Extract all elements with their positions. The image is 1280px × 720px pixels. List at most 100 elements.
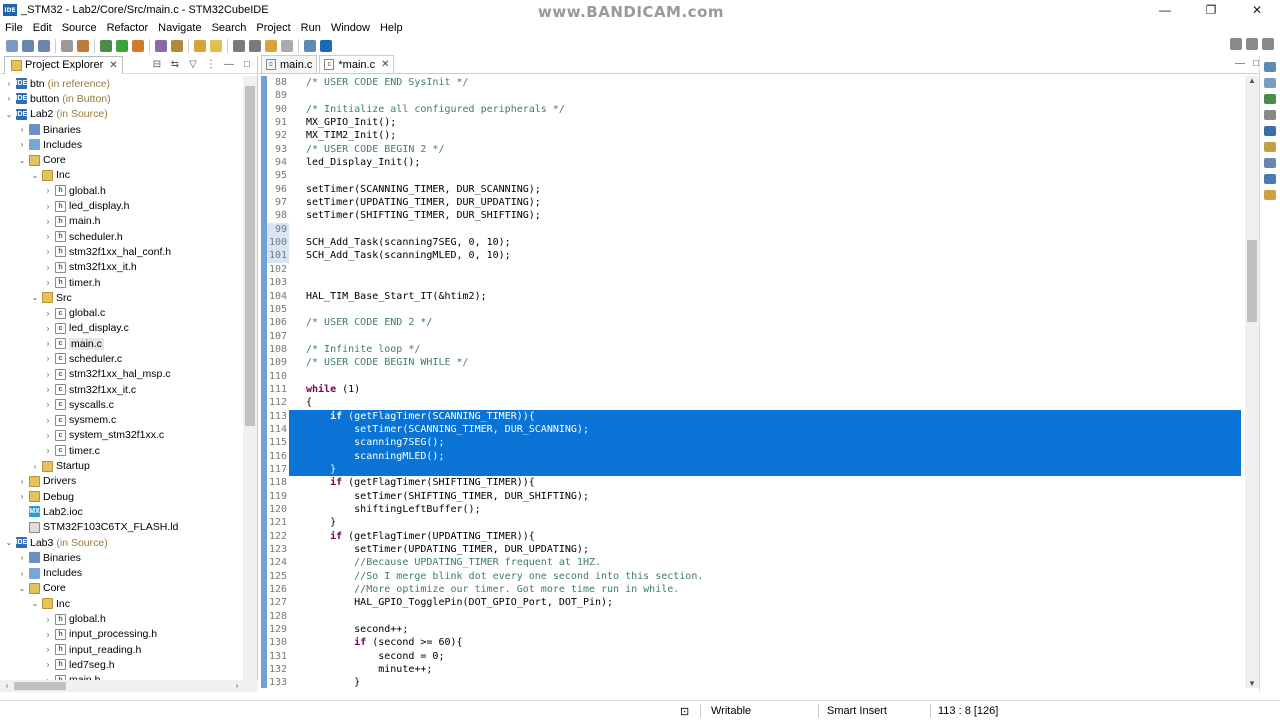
code-line[interactable]: 118 if (getFlagTimer(SHIFTING_TIMER)){: [267, 476, 1241, 489]
code-line[interactable]: 99: [267, 222, 1241, 237]
tree-item[interactable]: › c stm32f1xx_hal_msp.c: [0, 367, 242, 382]
code-line[interactable]: 126 //More optimize our timer. Got more …: [267, 583, 1241, 596]
chevron-right-icon[interactable]: ›: [17, 125, 27, 134]
open-perspective-icon[interactable]: [304, 40, 316, 52]
new-icon[interactable]: [6, 40, 18, 52]
chevron-down-icon[interactable]: ⌄: [30, 293, 40, 302]
tree-item[interactable]: ⌄ Core: [0, 152, 242, 167]
tree-item[interactable]: › h timer.h: [0, 275, 242, 290]
tree-item[interactable]: › h input_reading.h: [0, 642, 242, 657]
tree-item[interactable]: › Debug: [0, 489, 242, 504]
build-targets-icon[interactable]: [1264, 78, 1276, 88]
menu-help[interactable]: Help: [375, 22, 408, 34]
code-line[interactable]: 111 while (1): [267, 383, 1241, 396]
tree-item[interactable]: › c sysmem.c: [0, 413, 242, 428]
chevron-right-icon[interactable]: ›: [43, 615, 53, 624]
new-class-icon[interactable]: [155, 40, 167, 52]
collapse-all-icon[interactable]: ⊟: [151, 59, 163, 71]
editor-vertical-scrollbar[interactable]: ▲ ▼: [1245, 76, 1259, 688]
tree-item[interactable]: ⌄ Core: [0, 581, 242, 596]
tree-item[interactable]: › h led_display.h: [0, 198, 242, 213]
tree-item[interactable]: › c stm32f1xx_it.c: [0, 382, 242, 397]
chevron-right-icon[interactable]: ›: [43, 446, 53, 455]
menu-project[interactable]: Project: [251, 22, 295, 34]
tree-item[interactable]: ⌄ IDE Lab2 (in Source): [0, 107, 242, 122]
tree-item[interactable]: › c global.c: [0, 305, 242, 320]
explorer-vertical-scrollbar[interactable]: [243, 76, 257, 688]
code-line[interactable]: 89: [267, 89, 1241, 102]
code-area[interactable]: 88 /* USER CODE END SysInit */ 89 90 /* Init…: [267, 76, 1241, 688]
view-menu-icon[interactable]: ⋮: [205, 59, 217, 71]
tree-item[interactable]: ⌄ Inc: [0, 596, 242, 611]
chevron-right-icon[interactable]: ›: [43, 186, 53, 195]
info-icon[interactable]: [320, 40, 332, 52]
chevron-right-icon[interactable]: ›: [43, 324, 53, 333]
tree-item[interactable]: › c syscalls.c: [0, 397, 242, 412]
code-line[interactable]: 88 /* USER CODE END SysInit */: [267, 76, 1241, 89]
tree-item[interactable]: › Startup: [0, 458, 242, 473]
scrollbar-thumb[interactable]: [14, 682, 66, 690]
code-line[interactable]: 120 shiftingLeftBuffer();: [267, 503, 1241, 516]
minimize-view-icon[interactable]: —: [223, 59, 235, 71]
link-editor-icon[interactable]: ⇆: [169, 59, 181, 71]
chevron-right-icon[interactable]: ›: [43, 660, 53, 669]
chevron-right-icon[interactable]: ›: [17, 477, 27, 486]
toggle-mark-icon[interactable]: [210, 40, 222, 52]
code-line[interactable]: 110: [267, 370, 1241, 383]
close-icon[interactable]: ✕: [109, 60, 117, 71]
tree-item[interactable]: › h scheduler.h: [0, 229, 242, 244]
scroll-left-icon[interactable]: ‹: [0, 681, 14, 690]
tree-item[interactable]: › c led_display.c: [0, 321, 242, 336]
code-line[interactable]: 95: [267, 169, 1241, 182]
build-icon[interactable]: [61, 40, 73, 52]
prev-annotation-icon[interactable]: [249, 40, 261, 52]
code-line[interactable]: 98 setTimer(SHIFTING_TIMER, DUR_SHIFTING)…: [267, 209, 1241, 222]
save-all-icon[interactable]: [38, 40, 50, 52]
close-icon[interactable]: ✕: [381, 59, 389, 70]
maximize-view-icon[interactable]: □: [241, 59, 253, 71]
chevron-right-icon[interactable]: ›: [43, 309, 53, 318]
build-analyzer-icon[interactable]: [1264, 174, 1276, 184]
code-line[interactable]: 90 /* Initialize all configured periphera…: [267, 103, 1241, 116]
editor-tab[interactable]: c main.c: [261, 55, 318, 73]
menu-navigate[interactable]: Navigate: [153, 22, 206, 34]
chevron-right-icon[interactable]: ›: [30, 462, 40, 471]
tree-item[interactable]: ›hmain.h: [0, 214, 242, 229]
code-line[interactable]: 94 led_Display_Init();: [267, 156, 1241, 169]
annotation-icon[interactable]: [194, 40, 206, 52]
code-line[interactable]: 125 //So I merge blink dot every one sec…: [267, 570, 1241, 583]
code-line[interactable]: 132 minute++;: [267, 663, 1241, 676]
next-annotation-icon[interactable]: [233, 40, 245, 52]
search-icon[interactable]: [171, 40, 183, 52]
tree-item[interactable]: › Binaries: [0, 122, 242, 137]
c-perspective-icon[interactable]: [1262, 38, 1274, 50]
code-line[interactable]: 133 }: [267, 676, 1241, 688]
code-line[interactable]: 124 //Because UPDATING_TIMER frequent at…: [267, 556, 1241, 569]
tree-item[interactable]: › Includes: [0, 137, 242, 152]
registers-icon[interactable]: [1264, 94, 1276, 104]
scroll-up-icon[interactable]: ▲: [1245, 76, 1259, 85]
tree-item[interactable]: › IDE btn (in reference): [0, 76, 242, 91]
code-line[interactable]: 103: [267, 276, 1241, 289]
tree-item[interactable]: › h global.h: [0, 611, 242, 626]
code-line[interactable]: 122 if (getFlagTimer(UPDATING_TIMER)){: [267, 530, 1241, 543]
chevron-right-icon[interactable]: ›: [43, 202, 53, 211]
chevron-right-icon[interactable]: ›: [17, 569, 27, 578]
code-line[interactable]: 96 setTimer(SCANNING_TIMER, DUR_SCANNING)…: [267, 183, 1241, 196]
tree-item[interactable]: STM32F103C6TX_FLASH.ld: [0, 520, 242, 535]
chevron-right-icon[interactable]: ›: [43, 370, 53, 379]
code-line[interactable]: 127 HAL_GPIO_TogglePin(DOT_GPIO_Port, DO…: [267, 596, 1241, 609]
explorer-horizontal-scrollbar[interactable]: ‹ ›: [0, 680, 258, 692]
tree-item[interactable]: › h global.h: [0, 183, 242, 198]
status-insert-mode[interactable]: Smart Insert: [827, 705, 887, 717]
forward-icon[interactable]: [281, 40, 293, 52]
code-line[interactable]: 107: [267, 330, 1241, 343]
minimize-button[interactable]: —: [1142, 0, 1188, 20]
menu-refactor[interactable]: Refactor: [102, 22, 154, 34]
chevron-down-icon[interactable]: ⌄: [30, 599, 40, 608]
tree-item[interactable]: › c main.c: [0, 336, 242, 351]
tree-item[interactable]: › Binaries: [0, 550, 242, 565]
chevron-right-icon[interactable]: ›: [43, 247, 53, 256]
code-line[interactable]: 117 }: [267, 462, 1241, 477]
project-explorer-tab[interactable]: Project Explorer ✕: [4, 55, 123, 74]
